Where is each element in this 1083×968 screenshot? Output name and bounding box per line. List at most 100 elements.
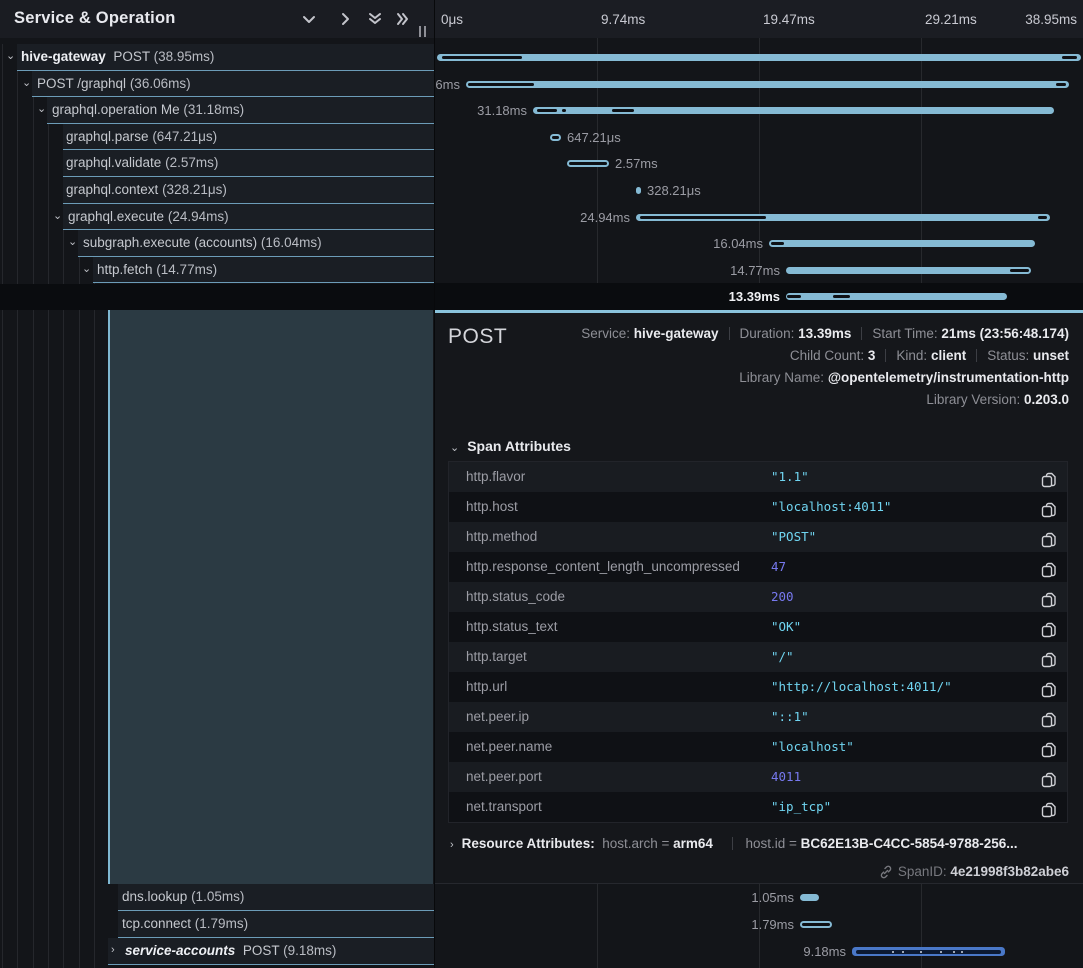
copy-icon[interactable] <box>1041 679 1057 695</box>
span-bar[interactable] <box>800 921 832 928</box>
service-name: hive-gateway <box>21 49 106 64</box>
span-tree-row[interactable]: ⌄POST /graphql (36.06ms) <box>0 71 434 98</box>
span-bar-row[interactable]: 9.18ms <box>435 938 1083 965</box>
bar-event-dot <box>940 951 942 953</box>
collapse-all-icon[interactable] <box>366 11 384 27</box>
chevron-down-icon[interactable]: ⌄ <box>22 71 31 98</box>
span-tree-row[interactable]: dns.lookup (1.05ms) <box>0 884 434 911</box>
span-tree-row[interactable]: ⌄graphql.execute (24.94ms) <box>0 204 434 231</box>
span-bar-row[interactable]: 13.39ms <box>435 283 1083 310</box>
span-bar-row[interactable]: 647.21μs <box>435 124 1083 151</box>
span-bar-row[interactable]: 31.18ms <box>435 97 1083 124</box>
chevron-down-icon[interactable]: ⌄ <box>6 44 15 71</box>
span-bar-row[interactable]: 2.57ms <box>435 150 1083 177</box>
timeline-ruler: 0μs9.74ms19.47ms29.21ms38.95ms <box>435 0 1083 38</box>
span-name-label: service-accounts POST (9.18ms) <box>125 938 336 965</box>
bar-child-segment <box>1062 56 1077 59</box>
bar-event-dot <box>953 951 955 953</box>
copy-icon[interactable] <box>1041 559 1057 575</box>
span-tree-row[interactable]: tcp.connect (1.79ms) <box>0 911 434 938</box>
copy-icon[interactable] <box>1041 499 1057 515</box>
span-name-label: graphql.execute (24.94ms) <box>68 204 229 231</box>
copy-icon[interactable] <box>1041 619 1057 635</box>
attribute-value: "OK" <box>771 612 801 642</box>
tree-header: Service & Operation <box>0 0 434 38</box>
attribute-value: "http://localhost:4011/" <box>771 672 952 702</box>
link-icon[interactable] <box>879 865 893 879</box>
span-bar-row[interactable]: 16.04ms <box>435 230 1083 257</box>
span-bar-row[interactable]: 328.21μs <box>435 177 1083 204</box>
span-bar-row[interactable]: 24.94ms <box>435 204 1083 231</box>
copy-icon[interactable] <box>1041 739 1057 755</box>
attribute-value: 4011 <box>771 762 801 792</box>
span-tree-row[interactable]: ⌄graphql.operation Me (31.18ms) <box>0 97 434 124</box>
expand-all-icon[interactable] <box>394 11 412 27</box>
copy-icon[interactable] <box>1041 709 1057 725</box>
collapse-one-icon[interactable] <box>300 11 318 27</box>
span-meta-line: Library Name: @opentelemetry/instrumenta… <box>581 367 1069 389</box>
span-bar[interactable] <box>636 214 1050 221</box>
span-tree-row[interactable]: graphql.context (328.21μs) <box>0 177 434 204</box>
span-name-label: subgraph.execute (accounts) (16.04ms) <box>83 230 322 257</box>
span-bar[interactable] <box>800 894 819 901</box>
attribute-row: net.peer.name"localhost" <box>449 732 1067 762</box>
chevron-down-icon[interactable]: ⌄ <box>68 230 77 257</box>
attribute-row: http.status_code200 <box>449 582 1067 612</box>
chevron-down-icon[interactable]: ⌄ <box>37 97 46 124</box>
attribute-key: http.url <box>466 672 507 702</box>
span-attributes-header[interactable]: ⌄Span Attributes <box>450 438 571 454</box>
span-bar[interactable] <box>786 293 1007 300</box>
span-name-label: hive-gateway POST (38.95ms) <box>21 44 214 71</box>
span-bar[interactable] <box>636 187 641 194</box>
resource-value: arm64 <box>673 836 713 851</box>
attribute-key: net.peer.port <box>466 762 542 792</box>
resource-attributes-row[interactable]: ›Resource Attributes: host.arch = arm64 … <box>450 836 1070 851</box>
attribute-key: net.peer.ip <box>466 702 529 732</box>
panel-resize-handle[interactable] <box>419 26 429 37</box>
span-name-label: graphql.operation Me (31.18ms) <box>52 97 244 124</box>
bar-duration-label: 36.06ms <box>435 71 460 98</box>
span-id-value: 4e21998f3b82abe6 <box>950 864 1069 879</box>
bar-duration-label: 328.21μs <box>647 177 701 204</box>
span-tree-row[interactable]: graphql.validate (2.57ms) <box>0 150 434 177</box>
span-tree-row[interactable]: ⌄http.fetch (14.77ms) <box>0 257 434 284</box>
copy-icon[interactable] <box>1041 799 1057 815</box>
span-bar[interactable] <box>466 81 1069 88</box>
attribute-value: "::1" <box>771 702 809 732</box>
span-tree-row[interactable]: ⌄hive-gateway POST (38.95ms) <box>0 44 434 71</box>
chevron-right-icon[interactable]: › <box>111 938 115 965</box>
span-tree-row[interactable]: › service-accounts POST (9.18ms) <box>0 938 434 965</box>
span-bar-row[interactable]: 36.06ms <box>435 71 1083 98</box>
attribute-key: http.method <box>466 522 537 552</box>
bar-duration-label: 1.79ms <box>674 911 794 938</box>
span-tree-pane: Service & Operation ⌄hive-gateway POST (… <box>0 0 434 968</box>
span-bar-row[interactable]: 1.79ms <box>435 911 1083 938</box>
span-tree-row[interactable]: graphql.parse (647.21μs) <box>0 124 434 151</box>
span-bar-row[interactable]: 14.77ms <box>435 257 1083 284</box>
span-tree-row[interactable]: ⌄subgraph.execute (accounts) (16.04ms) <box>0 230 434 257</box>
span-bar[interactable] <box>550 134 561 141</box>
copy-icon[interactable] <box>1041 649 1057 665</box>
copy-icon[interactable] <box>1041 529 1057 545</box>
attribute-row: net.transport"ip_tcp" <box>449 792 1067 822</box>
chevron-down-icon[interactable]: ⌄ <box>53 204 62 231</box>
bar-duration-label: 1.05ms <box>674 884 794 911</box>
copy-icon[interactable] <box>1041 769 1057 785</box>
bar-child-segment <box>537 109 557 112</box>
chevron-down-icon[interactable]: ⌄ <box>82 257 91 284</box>
attribute-key: http.host <box>466 492 518 522</box>
span-bar-row[interactable]: 1.05ms <box>435 884 1083 911</box>
selected-span-region[interactable] <box>108 310 433 884</box>
span-bar[interactable] <box>852 947 1005 956</box>
timeline-tick: 9.74ms <box>601 0 645 38</box>
copy-icon[interactable] <box>1041 469 1057 485</box>
span-duration: (647.21μs) <box>152 129 217 144</box>
span-bar-row[interactable] <box>435 44 1083 71</box>
span-bar[interactable] <box>786 267 1031 274</box>
span-bar[interactable] <box>567 160 609 167</box>
span-bar[interactable] <box>437 54 1081 61</box>
copy-icon[interactable] <box>1041 589 1057 605</box>
span-bar[interactable] <box>769 240 1035 247</box>
expand-one-icon[interactable] <box>336 11 354 27</box>
span-bar[interactable] <box>533 107 1054 114</box>
